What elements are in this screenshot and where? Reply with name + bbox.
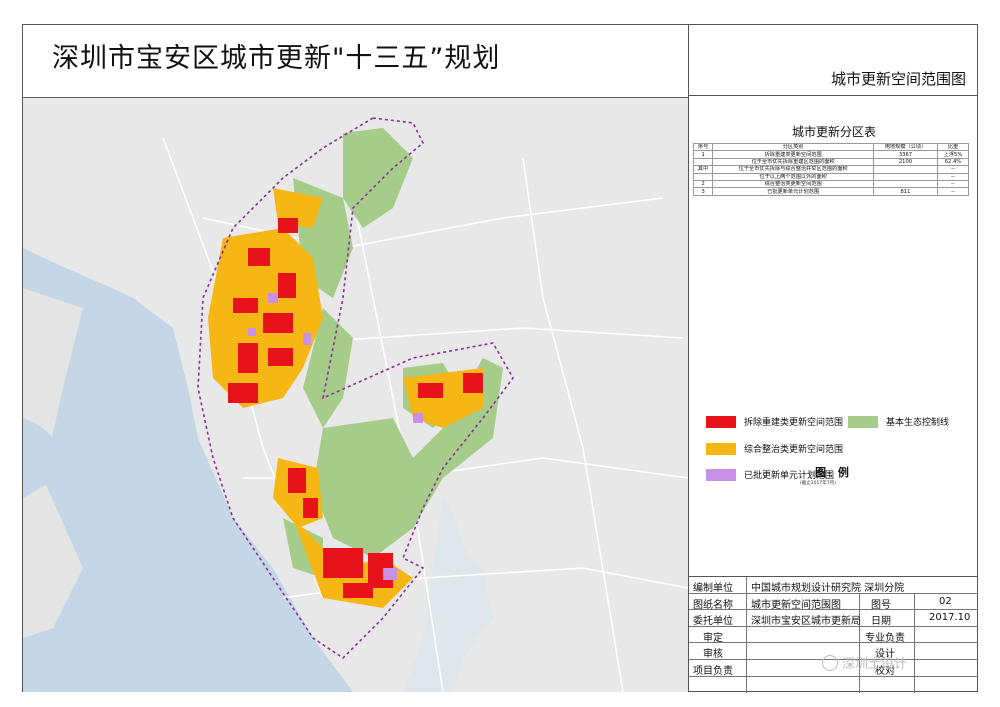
table-cell: 位于全市优先拆除与综合整治并举区范围的面积: [713, 166, 874, 173]
table-cell: [874, 173, 938, 180]
table-row: 位于全市优先拆除重建区范围的面积 2100 62.4%: [694, 158, 969, 165]
info-label: 项目负责: [693, 662, 733, 677]
table-cell: 已批更新单元计划范围: [713, 188, 874, 195]
info-label: 日期: [871, 612, 891, 627]
info-label: 编制单位: [693, 579, 733, 594]
legend-item-renovation: 综合整治类更新空间范围: [706, 442, 843, 455]
legend-label: 拆除重建类更新空间范围: [744, 415, 843, 428]
legend-label: 基本生态控制线: [886, 415, 949, 428]
table-cell: 3: [694, 188, 713, 195]
table-cell: --: [937, 173, 968, 180]
col-ratio: 比重: [937, 144, 968, 151]
zone-table-title: 城市更新分区表: [689, 123, 979, 140]
map-subtitle: 城市更新空间范围图: [831, 68, 966, 89]
table-cell: 811: [874, 188, 938, 195]
table-cell: 62.4%: [937, 158, 968, 165]
side-panel: 城市更新分区表 序号 分区类别 用地规模（公顷） 比重 1 拆除重建类更新空间范…: [688, 96, 978, 576]
map-svg: [23, 98, 688, 692]
legend-swatch-orange: [706, 443, 736, 455]
table-cell: 上浮5%: [937, 151, 968, 158]
table-row: 3 已批更新单元计划范围 811 --: [694, 188, 969, 195]
subtitle-box: 城市更新空间范围图: [688, 24, 978, 96]
table-cell: 拆除重建类更新空间范围: [713, 151, 874, 158]
table-row: 其中 位于全市优先拆除与综合整治并举区范围的面积 --: [694, 166, 969, 173]
zone-table-header: 序号 分区类别 用地规模（公顷） 比重: [694, 144, 969, 151]
table-cell: [694, 173, 713, 180]
watermark: 深圳土设计: [822, 653, 907, 672]
info-row-drawing: 图纸名称 城市更新空间范围图 图号 02: [689, 594, 978, 611]
table-cell: 其中: [694, 166, 713, 173]
table-cell: 2: [694, 180, 713, 187]
info-value: 02: [939, 596, 952, 607]
col-index: 序号: [694, 144, 713, 151]
wechat-icon: [822, 655, 838, 671]
info-value: 中国城市规划设计研究院 深圳分院: [751, 579, 904, 594]
info-label: 委托单位: [693, 612, 733, 627]
page-title: 深圳市宝安区城市更新"十三五”规划: [52, 36, 500, 75]
info-row-editor: 编制单位 中国城市规划设计研究院 深圳分院: [689, 577, 978, 594]
legend-swatch-green: [848, 416, 878, 428]
info-label: 图号: [871, 596, 891, 611]
map-view[interactable]: [23, 97, 688, 692]
info-value: 城市更新空间范围图: [751, 596, 841, 611]
col-category: 分区类别: [713, 144, 874, 151]
reservoir: [403, 498, 493, 692]
legend-item-rebuild: 拆除重建类更新空间范围: [706, 415, 843, 428]
table-row: 2 综合整治类更新空间范围 --: [694, 180, 969, 187]
table-cell: [874, 180, 938, 187]
info-row-review: 审定 专业负责: [689, 627, 978, 644]
col-area: 用地规模（公顷）: [874, 144, 938, 151]
table-row: 位于以上两个范围以外的面积 --: [694, 173, 969, 180]
legend-item-ecology: 基本生态控制线: [848, 415, 949, 428]
table-cell: 位于全市优先拆除重建区范围的面积: [713, 158, 874, 165]
info-value: 深圳市宝安区城市更新局: [751, 612, 861, 627]
table-cell: --: [937, 188, 968, 195]
table-cell: 2100: [874, 158, 938, 165]
zone-table: 序号 分区类别 用地规模（公顷） 比重 1 拆除重建类更新空间范围 3367 上…: [693, 143, 969, 196]
table-cell: 1: [694, 151, 713, 158]
table-cell: 3367: [874, 151, 938, 158]
info-label: 审定: [703, 629, 723, 644]
title-block: 编制单位 中国城市规划设计研究院 深圳分院 图纸名称 城市更新空间范围图 图号 …: [688, 576, 978, 692]
table-cell: --: [937, 166, 968, 173]
legend-note: (截止2017年7月): [800, 480, 836, 486]
info-label: 专业负责: [865, 629, 905, 644]
info-value: 2017.10: [929, 612, 970, 623]
info-label: 图纸名称: [693, 596, 733, 611]
watermark-text: 深圳土设计: [842, 653, 907, 672]
legend-label: 综合整治类更新空间范围: [744, 442, 843, 455]
table-cell: [874, 166, 938, 173]
table-row: 1 拆除重建类更新空间范围 3367 上浮5%: [694, 151, 969, 158]
table-cell: [694, 158, 713, 165]
info-label: 审核: [703, 645, 723, 660]
table-cell: 位于以上两个范围以外的面积: [713, 173, 874, 180]
table-cell: --: [937, 180, 968, 187]
legend-swatch-red: [706, 416, 736, 428]
legend-swatch-purple: [706, 469, 736, 481]
info-row-client: 委托单位 深圳市宝安区城市更新局 日期 2017.10: [689, 610, 978, 627]
table-cell: 综合整治类更新空间范围: [713, 180, 874, 187]
